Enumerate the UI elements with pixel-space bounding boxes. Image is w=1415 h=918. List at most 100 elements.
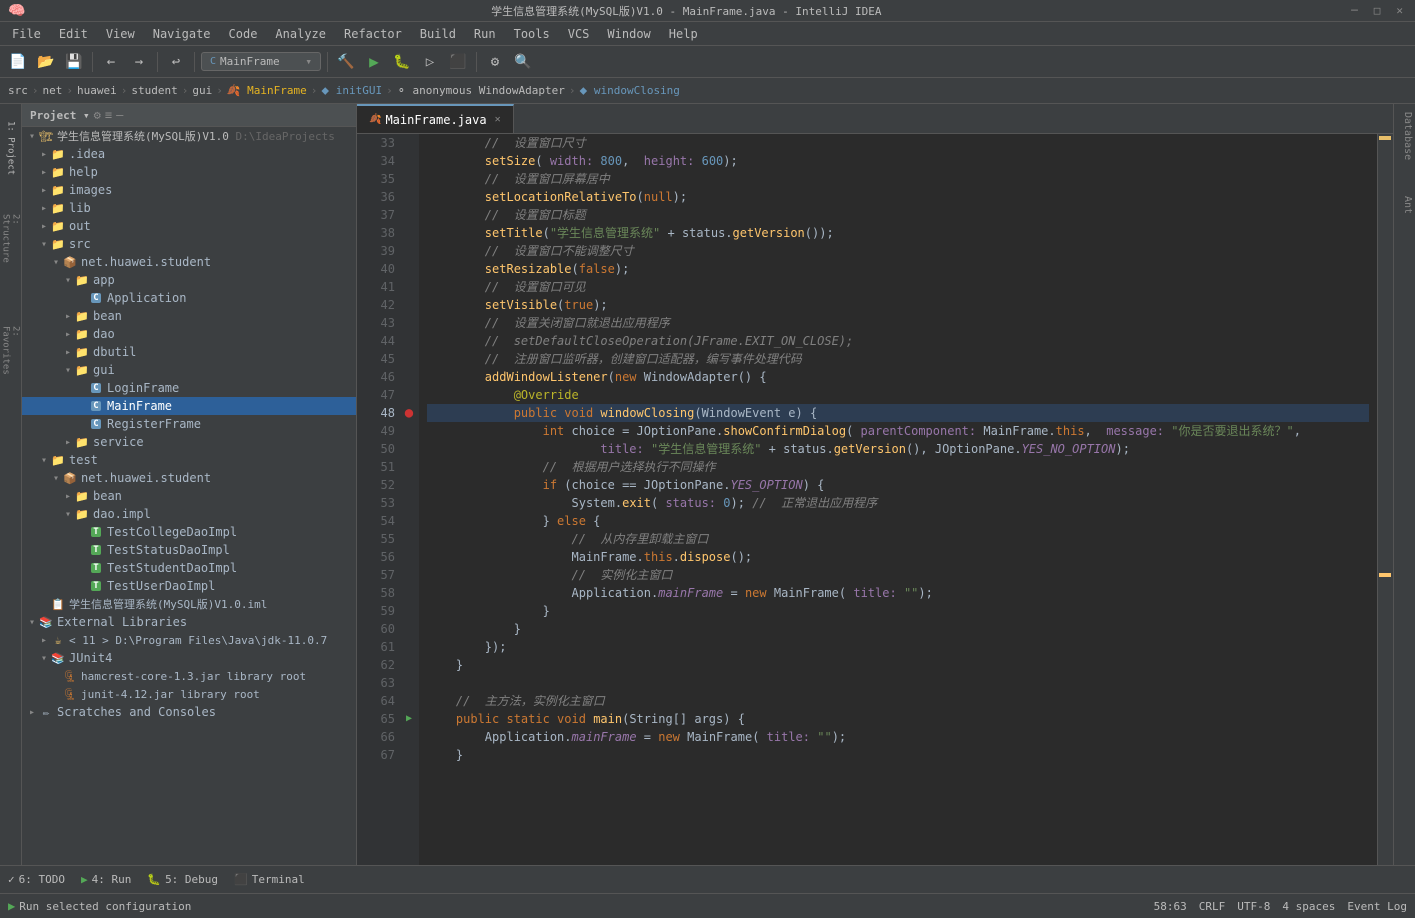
breadcrumb-windowclosing[interactable]: ⬥ windowClosing [580, 84, 680, 98]
run-tab[interactable]: ▶ 4: Run [81, 873, 131, 886]
debug-tab[interactable]: 🐛 5: Debug [147, 873, 218, 886]
database-panel-toggle[interactable]: Database [1394, 104, 1415, 168]
indentation[interactable]: 4 spaces [1282, 900, 1335, 913]
tree-item-iml[interactable]: 📋 学生信息管理系统(MySQL版)V1.0.iml [22, 595, 356, 613]
tree-item-registerframe[interactable]: C RegisterFrame [22, 415, 356, 433]
menu-analyze[interactable]: Analyze [267, 25, 334, 43]
tree-item-application[interactable]: C Application [22, 289, 356, 307]
project-panel-toggle[interactable]: 1: Project [1, 108, 21, 188]
stop-button[interactable]: ⬛ [446, 50, 470, 74]
save-button[interactable]: 💾 [62, 50, 86, 74]
menu-tools[interactable]: Tools [506, 25, 558, 43]
code-line-35: // 设置窗口屏幕居中 [427, 170, 1369, 188]
line-ending[interactable]: CRLF [1199, 900, 1226, 913]
tree-item-external-libs[interactable]: ▾ 📚 External Libraries [22, 613, 356, 631]
tree-item-loginframe[interactable]: C LoginFrame [22, 379, 356, 397]
tree-item-root[interactable]: ▾ 🏗 学生信息管理系统(MySQL版)V1.0 D:\IdeaProjects [22, 127, 356, 145]
breadcrumb-huawei[interactable]: huawei [77, 84, 117, 97]
class-icon-registerframe: C [88, 416, 104, 432]
tree-item-dao-impl[interactable]: ▾ 📁 dao.impl [22, 505, 356, 523]
title-bar-controls[interactable]: ─ □ ✕ [1347, 4, 1407, 17]
tree-item-test[interactable]: ▾ 📁 test [22, 451, 356, 469]
tree-item-out[interactable]: ▸ 📁 out [22, 217, 356, 235]
tree-item-dbutil[interactable]: ▸ 📁 dbutil [22, 343, 356, 361]
undo-button[interactable]: ↩ [164, 50, 188, 74]
tree-item-gui[interactable]: ▾ 📁 gui [22, 361, 356, 379]
breadcrumb-src[interactable]: src [8, 84, 28, 97]
tab-close-icon[interactable]: ✕ [495, 114, 501, 125]
menu-run[interactable]: Run [466, 25, 504, 43]
tree-item-images[interactable]: ▸ 📁 images [22, 181, 356, 199]
tree-item-app[interactable]: ▾ 📁 app [22, 271, 356, 289]
tree-item-bean[interactable]: ▸ 📁 bean [22, 307, 356, 325]
breadcrumb-anonymous[interactable]: ⚬ anonymous WindowAdapter [397, 84, 565, 97]
tree-item-lib[interactable]: ▸ 📁 lib [22, 199, 356, 217]
gutter-run-65[interactable]: ▶ [399, 710, 419, 728]
ant-panel-toggle[interactable]: Ant [1394, 188, 1415, 222]
menu-refactor[interactable]: Refactor [336, 25, 410, 43]
main-area: 1: Project 2: Structure 2: Favorites Pro… [0, 104, 1415, 865]
debug-button[interactable]: 🐛 [390, 50, 414, 74]
menu-edit[interactable]: Edit [51, 25, 96, 43]
tree-item-test-user[interactable]: T TestUserDaoImpl [22, 577, 356, 595]
event-log[interactable]: Event Log [1347, 900, 1407, 913]
tree-item-help[interactable]: ▸ 📁 help [22, 163, 356, 181]
tree-item-package[interactable]: ▾ 📦 net.huawei.student [22, 253, 356, 271]
run-config-selector[interactable]: C MainFrame ▾ [201, 52, 321, 71]
folder-icon-idea: 📁 [50, 146, 66, 162]
build-button[interactable]: 🔨 [334, 50, 358, 74]
tree-item-test-status[interactable]: T TestStatusDaoImpl [22, 541, 356, 559]
tree-item-service[interactable]: ▸ 📁 service [22, 433, 356, 451]
open-button[interactable]: 📂 [34, 50, 58, 74]
terminal-tab[interactable]: ⬛ Terminal [234, 873, 305, 886]
tree-item-idea[interactable]: ▸ 📁 .idea [22, 145, 356, 163]
menu-file[interactable]: File [4, 25, 49, 43]
menu-navigate[interactable]: Navigate [145, 25, 219, 43]
tree-item-junit-jar[interactable]: 🗜 junit-4.12.jar library root [22, 685, 356, 703]
breadcrumb-initgui[interactable]: ⬥ initGUI [321, 84, 382, 98]
run-button[interactable]: ▶ [362, 50, 386, 74]
tree-item-mainframe[interactable]: C MainFrame [22, 397, 356, 415]
tree-item-test-bean[interactable]: ▸ 📁 bean [22, 487, 356, 505]
project-settings-icon[interactable]: ⚙ [94, 108, 101, 122]
cursor-position[interactable]: 58:63 [1154, 900, 1187, 913]
project-gear-icon[interactable]: ≡ [105, 108, 112, 122]
tree-item-test-student[interactable]: T TestStudentDaoImpl [22, 559, 356, 577]
tree-item-src[interactable]: ▾ 📁 src [22, 235, 356, 253]
menu-vcs[interactable]: VCS [560, 25, 598, 43]
breadcrumb-gui[interactable]: gui [192, 84, 212, 97]
todo-tab[interactable]: ✓ 6: TODO [8, 873, 65, 886]
structure-panel-toggle[interactable]: 2: Structure [1, 210, 21, 280]
menu-view[interactable]: View [98, 25, 143, 43]
tree-item-junit4[interactable]: ▾ 📚 JUnit4 [22, 649, 356, 667]
breadcrumb-net[interactable]: net [43, 84, 63, 97]
encoding[interactable]: UTF-8 [1237, 900, 1270, 913]
back-button[interactable]: ← [99, 50, 123, 74]
breadcrumb-mainframe-file[interactable]: 🍂 MainFrame [227, 84, 307, 97]
code-area[interactable]: // 设置窗口尺寸 setSize( width: 800, height: 6… [419, 134, 1377, 865]
settings-button[interactable]: ⚙ [483, 50, 507, 74]
tree-item-dao[interactable]: ▸ 📁 dao [22, 325, 356, 343]
close-button[interactable]: ✕ [1392, 4, 1407, 17]
tree-item-jdk[interactable]: ▸ ☕ < 11 > D:\Program Files\Java\jdk-11.… [22, 631, 356, 649]
run-coverage-button[interactable]: ▷ [418, 50, 442, 74]
menu-build[interactable]: Build [412, 25, 464, 43]
menu-help[interactable]: Help [661, 25, 706, 43]
tree-item-hamcrest[interactable]: 🗜 hamcrest-core-1.3.jar library root [22, 667, 356, 685]
forward-button[interactable]: → [127, 50, 151, 74]
menu-code[interactable]: Code [221, 25, 266, 43]
maximize-button[interactable]: □ [1370, 4, 1385, 17]
new-file-button[interactable]: 📄 [6, 50, 30, 74]
tree-label-root: 学生信息管理系统(MySQL版)V1.0 D:\IdeaProjects [57, 128, 335, 144]
tab-mainframe[interactable]: 🍂 MainFrame.java ✕ [357, 104, 514, 133]
tree-item-test-package[interactable]: ▾ 📦 net.huawei.student [22, 469, 356, 487]
menu-window[interactable]: Window [599, 25, 658, 43]
tree-item-scratches[interactable]: ▸ ✏ Scratches and Consoles [22, 703, 356, 721]
tree-item-test-college[interactable]: T TestCollegeDaoImpl [22, 523, 356, 541]
gutter-breakpoint-48[interactable]: ● [399, 404, 419, 422]
search-button[interactable]: 🔍 [511, 50, 535, 74]
favorites-panel-toggle[interactable]: 2: Favorites [1, 322, 21, 392]
project-minimize-icon[interactable]: — [116, 108, 123, 122]
breadcrumb-student[interactable]: student [131, 84, 177, 97]
minimize-button[interactable]: ─ [1347, 4, 1362, 17]
